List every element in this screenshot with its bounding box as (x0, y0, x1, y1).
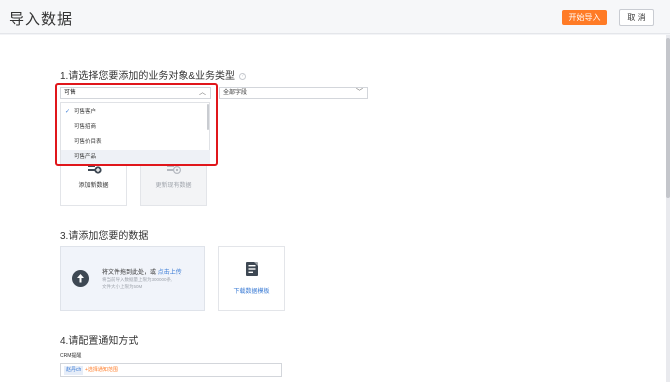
notify-scope-field[interactable]: 赵丹ch +选择通知范围 (60, 363, 282, 377)
crm-reminder-label: CRM提醒 (60, 353, 82, 359)
recipient-tag[interactable]: 赵丹ch (64, 366, 84, 375)
page-scrollbar-thumb[interactable] (666, 38, 670, 198)
type-select[interactable]: 全部字段 ﹀ (219, 87, 368, 99)
upload-dropzone[interactable]: 将文件拖到此处，或 点击上传 将当前导入数据量上限为300000条, 文件大小上… (60, 246, 205, 311)
download-template-card[interactable]: 下载数据模板 (218, 246, 285, 311)
top-bar: 导入数据 开始导入 取 消 (0, 0, 670, 34)
start-import-button[interactable]: 开始导入 (562, 10, 607, 25)
upload-hint-2: 文件大小上限为50M (102, 284, 143, 289)
step3-title: 3.请添加您要的数据 (60, 231, 149, 242)
step1-title: 1.请选择您要添加的业务对象&业务类型? (60, 67, 247, 82)
step1-title-text: 1.请选择您要添加的业务对象&业务类型 (60, 71, 236, 82)
upload-main-text: 将文件拖到此处，或 (102, 270, 157, 276)
upload-hint-1: 将当前导入数据量上限为300000条, (102, 277, 173, 282)
document-icon (246, 262, 258, 276)
page-title: 导入数据 (9, 11, 74, 28)
select-notify-scope-link[interactable]: +选择通知范围 (85, 366, 118, 375)
download-template-label: 下载数据模板 (233, 289, 270, 295)
type-select-value: 全部字段 (223, 90, 248, 96)
chevron-down-icon: ﹀ (356, 89, 363, 96)
click-upload-link[interactable]: 点击上传 (158, 270, 182, 276)
help-icon[interactable]: ? (239, 72, 247, 80)
update-data-label: 更新现有数据 (155, 183, 192, 189)
upload-arrow-icon (72, 270, 89, 287)
highlight-outline (55, 83, 218, 166)
step4-title: 4.请配置通知方式 (60, 336, 139, 347)
add-new-data-label: 添加新数据 (78, 183, 109, 189)
cancel-button[interactable]: 取 消 (619, 9, 654, 26)
upload-instructions: 将文件拖到此处，或 点击上传 (102, 267, 182, 276)
